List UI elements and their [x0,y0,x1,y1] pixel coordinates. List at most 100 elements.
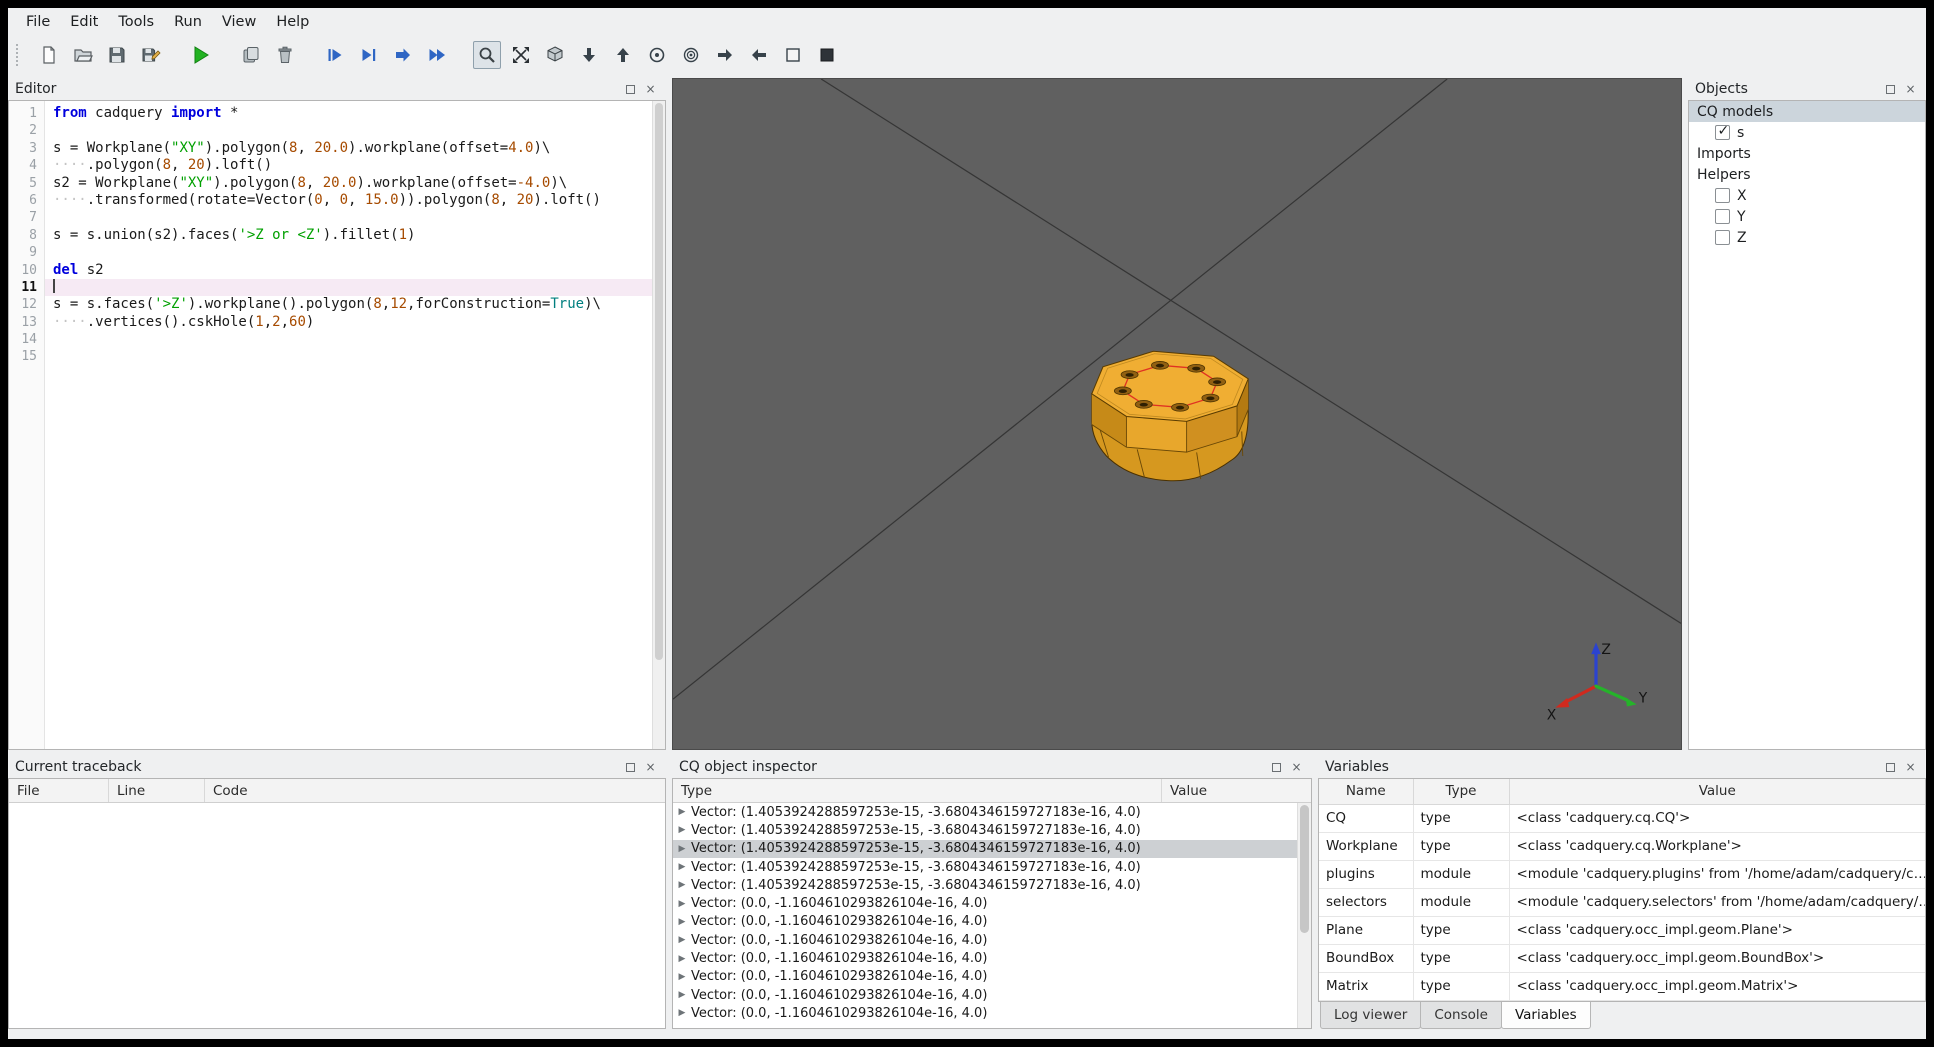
inspector-row[interactable]: ▶ Vector: (1.4053924288597253e-15, -3.680… [673,876,1297,894]
expand-arrow-icon[interactable]: ▶ [673,807,691,817]
column-header-name[interactable]: Name [1319,779,1414,805]
checkbox-y[interactable] [1715,209,1730,224]
viewport-3d[interactable]: Z X Y [672,78,1682,750]
expand-arrow-icon[interactable]: ▶ [673,844,691,854]
inspector-row[interactable]: ▶ Vector: (0.0, -1.1604610293826104e-16, … [673,894,1297,912]
column-header-type[interactable]: Type [1412,779,1510,805]
wireframe-button[interactable] [779,41,807,69]
continue-button[interactable] [423,41,451,69]
expand-arrow-icon[interactable]: ▶ [673,972,691,982]
variable-row[interactable]: plugins module <module 'cadquery.plugins' … [1319,859,1925,889]
float-panel-button[interactable] [1882,81,1899,97]
left-view-button[interactable] [711,41,739,69]
expand-arrow-icon[interactable]: ▶ [673,954,691,964]
checkbox-s[interactable] [1715,123,1730,140]
expand-arrow-icon[interactable]: ▶ [673,990,691,1000]
menu-run[interactable]: Run [164,11,212,33]
expand-arrow-icon[interactable]: ▶ [673,899,691,909]
debug-button[interactable] [237,41,265,69]
column-header-line[interactable]: Line [109,779,205,802]
code-line-1[interactable]: from cadquery import * [45,105,665,122]
inspector-row[interactable]: ▶ Vector: (1.4053924288597253e-15, -3.680… [673,858,1297,876]
inspector-row[interactable]: ▶ Vector: (0.0, -1.1604610293826104e-16, … [673,913,1297,931]
code-line-3[interactable]: s = Workplane("XY").polygon(8, 20.0).wor… [45,140,665,157]
menu-file[interactable]: File [16,11,60,33]
render-button[interactable] [187,41,215,69]
scrollbar-thumb[interactable] [1300,805,1309,934]
close-panel-button[interactable]: × [1902,759,1919,775]
open-file-button[interactable] [69,41,97,69]
float-panel-button[interactable] [622,759,639,775]
column-header-value[interactable]: Value [1162,779,1311,802]
toolbar-handle[interactable] [16,44,24,66]
menu-help[interactable]: Help [266,11,319,33]
right-view-button[interactable] [745,41,773,69]
iso-view-button[interactable] [541,41,569,69]
tree-item-y[interactable]: Y [1689,206,1925,227]
tree-item-cq-models[interactable]: CQ models [1689,101,1925,122]
close-panel-button[interactable]: × [1902,81,1919,97]
code-line-9[interactable] [45,244,665,261]
variable-row[interactable]: Workplane type <class 'cadquery.cq.Workpla… [1319,831,1925,861]
save-as-button[interactable] [137,41,165,69]
code-line-7[interactable] [45,209,665,226]
menu-view[interactable]: View [212,11,266,33]
expand-arrow-icon[interactable]: ▶ [673,825,691,835]
code-area[interactable]: from cadquery import * s = Workplane("XY"… [45,101,665,749]
inspector-row[interactable]: ▶ Vector: (0.0, -1.1604610293826104e-16, … [673,949,1297,967]
code-line-2[interactable] [45,122,665,139]
code-line-5[interactable]: s2 = Workplane("XY").polygon(8, 20.0).wo… [45,175,665,192]
code-line-6[interactable]: ····.transformed(rotate=Vector(0, 0, 15.… [45,192,665,209]
tree-item-z[interactable]: Z [1689,227,1925,248]
shaded-button[interactable] [813,41,841,69]
inspector-scrollbar[interactable] [1297,803,1311,1028]
inspector-row[interactable]: ▶ Vector: (0.0, -1.1604610293826104e-16, … [673,968,1297,986]
code-line-11[interactable] [45,278,665,297]
float-panel-button[interactable] [1268,759,1285,775]
front-view-button[interactable] [643,41,671,69]
column-header-file[interactable]: File [9,779,109,802]
expand-arrow-icon[interactable]: ▶ [673,880,691,890]
tab-log-viewer[interactable]: Log viewer [1320,1002,1422,1029]
inspector-row[interactable]: ▶ Vector: (1.4053924288597253e-15, -3.680… [673,803,1297,821]
fit-view-button[interactable] [473,41,501,69]
tree-item-x[interactable]: X [1689,185,1925,206]
close-panel-button[interactable]: × [1288,759,1305,775]
cad-model[interactable] [1047,306,1293,522]
variable-row[interactable]: CQ type <class 'cadquery.cq.CQ'> [1319,803,1925,833]
variable-row[interactable]: BoundBox type <class 'cadquery.occ_impl.ge… [1319,943,1925,973]
column-header-code[interactable]: Code [205,779,665,802]
variable-row[interactable]: Plane type <class 'cadquery.occ_impl.geom.… [1319,915,1925,945]
back-view-button[interactable] [677,41,705,69]
delete-button[interactable] [271,41,299,69]
variable-row[interactable]: Matrix type <class 'cadquery.occ_impl.geom… [1319,971,1925,1001]
code-line-10[interactable]: del s2 [45,262,665,279]
inspector-row[interactable]: ▶ Vector: (0.0, -1.1604610293826104e-16, … [673,931,1297,949]
menu-tools[interactable]: Tools [108,11,164,33]
code-editor[interactable]: 1 2 3 4 5 6 7 8 9 10 11 12 13 14 15 from cadquery impo… [8,100,666,750]
column-header-value[interactable]: Value [1508,779,1925,805]
checkbox-z[interactable] [1715,230,1730,245]
tree-item-helpers[interactable]: Helpers [1689,164,1925,185]
checkbox-x[interactable] [1715,188,1730,203]
inspector-row[interactable]: ▶ Vector: (0.0, -1.1604610293826104e-16, … [673,1004,1297,1022]
expand-arrow-icon[interactable]: ▶ [673,917,691,927]
column-header-type[interactable]: Type [673,779,1162,802]
bottom-view-button[interactable] [609,41,637,69]
step-over-button[interactable] [321,41,349,69]
variable-row[interactable]: selectors module <module 'cadquery.selecto… [1319,887,1925,917]
zoom-extents-button[interactable] [507,41,535,69]
code-line-14[interactable] [45,331,665,348]
code-line-12[interactable]: s = s.faces('>Z').workplane().polygon(8,… [45,296,665,313]
editor-scrollbar[interactable] [652,101,665,749]
tab-console[interactable]: Console [1420,1002,1502,1029]
save-button[interactable] [103,41,131,69]
expand-arrow-icon[interactable]: ▶ [673,1008,691,1018]
menu-edit[interactable]: Edit [60,11,108,33]
code-line-13[interactable]: ····.vertices().cskHole(1,2,60) [45,314,665,331]
scrollbar-thumb[interactable] [655,103,663,661]
expand-arrow-icon[interactable]: ▶ [673,862,691,872]
step-into-button[interactable] [355,41,383,69]
float-panel-button[interactable] [1882,759,1899,775]
new-file-button[interactable] [35,41,63,69]
